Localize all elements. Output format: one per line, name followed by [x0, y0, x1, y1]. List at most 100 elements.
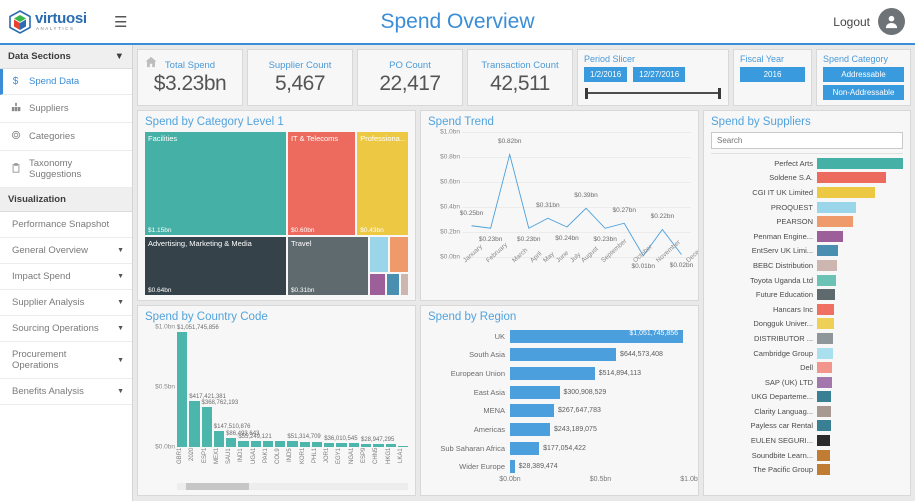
region-bar-row[interactable]: East Asia$300,908,529 — [428, 384, 691, 401]
bar-column[interactable]: $1,051,745,856 — [177, 327, 187, 447]
bar[interactable] — [817, 333, 833, 344]
bar[interactable] — [817, 420, 831, 431]
supplier-bar-row[interactable]: Soldene S.A. — [711, 171, 903, 186]
bar[interactable] — [251, 441, 261, 447]
bar[interactable] — [817, 172, 886, 183]
treemap-tile[interactable]: Travel$0.31bn — [288, 237, 368, 295]
supplier-bar-row[interactable]: Dell — [711, 360, 903, 375]
region-bar-row[interactable]: Americas$243,189,075 — [428, 421, 691, 438]
treemap-tile[interactable] — [390, 237, 408, 272]
kpi-card-total-spend[interactable]: Total Spend $3.23bn — [137, 49, 243, 106]
sidebar-item-general-overview[interactable]: General Overview ▼ — [0, 238, 132, 264]
slider-handle-left[interactable] — [585, 88, 588, 99]
bar[interactable] — [817, 158, 903, 169]
country-horizontal-scrollbar[interactable] — [177, 483, 408, 490]
bar-column[interactable]: $417,421,381 — [189, 327, 199, 447]
app-logo[interactable]: virtuosi ANALYTICS — [0, 10, 108, 34]
bar[interactable] — [817, 187, 875, 198]
bar[interactable] — [817, 391, 831, 402]
supplier-bar-row[interactable]: Soundbite Learn... — [711, 448, 903, 463]
bar[interactable] — [817, 216, 853, 227]
bar[interactable] — [189, 401, 199, 447]
supplier-bar-row[interactable]: Future Education — [711, 287, 903, 302]
bar-column[interactable] — [373, 327, 383, 447]
supplier-bar-row[interactable]: The Pacific Group — [711, 462, 903, 477]
bar[interactable]: $1,051,745,856 — [510, 330, 683, 343]
bar[interactable] — [817, 289, 835, 300]
supplier-bar-row[interactable]: EULEN SEGURI... — [711, 433, 903, 448]
sidebar-item-procurement-operations[interactable]: Procurement Operations ▼ — [0, 342, 132, 379]
supplier-bar-row[interactable]: Cambridge Group — [711, 346, 903, 361]
sidebar-item-sourcing-operations[interactable]: Sourcing Operations ▼ — [0, 316, 132, 342]
bar[interactable] — [238, 441, 248, 447]
fiscal-year-option-2016[interactable]: 2016 — [740, 67, 805, 82]
supplier-search-input[interactable] — [711, 132, 903, 149]
bar[interactable] — [300, 442, 310, 448]
bar-column[interactable] — [349, 327, 359, 447]
bar-column[interactable]: $368,762,193 — [202, 327, 212, 447]
spend-category-slicer[interactable]: Spend Category Addressable Non-Addressab… — [816, 49, 911, 106]
user-avatar-icon[interactable] — [878, 8, 905, 35]
bar-column[interactable] — [251, 327, 261, 447]
home-icon[interactable] — [145, 56, 157, 71]
bar-column[interactable] — [300, 327, 310, 447]
treemap-tile[interactable]: Advertising, Marketing & Media$0.64bn — [145, 237, 286, 295]
sidebar-item-benefits-analysis[interactable]: Benefits Analysis ▼ — [0, 379, 132, 405]
spend-category-option-non-addressable[interactable]: Non-Addressable — [823, 85, 904, 100]
region-bar-row[interactable]: Wider Europe$28,389,474 — [428, 458, 691, 475]
sidebar-item-categories[interactable]: Categories — [0, 123, 132, 151]
sidebar-section-visualization[interactable]: Visualization — [0, 188, 132, 212]
bar[interactable] — [817, 406, 831, 417]
supplier-bar-list[interactable]: Perfect ArtsSoldene S.A.CGI IT UK Limite… — [711, 153, 903, 490]
supplier-bar-row[interactable]: Hancars Inc — [711, 302, 903, 317]
region-bar-row[interactable]: MENA$267,647,783 — [428, 402, 691, 419]
bar[interactable] — [373, 444, 383, 447]
period-slicer[interactable]: Period Slicer 1/2/2016 12/27/2016 — [577, 49, 729, 106]
sidebar-item-suppliers[interactable]: Suppliers — [0, 95, 132, 123]
bar[interactable] — [226, 438, 236, 447]
bar[interactable] — [336, 443, 346, 447]
treemap-tile[interactable] — [370, 237, 388, 272]
bar[interactable] — [817, 435, 830, 446]
region-chart-body[interactable]: UK$1,051,745,856South Asia$644,573,408Eu… — [428, 327, 691, 476]
bar[interactable] — [510, 442, 539, 455]
bar-column[interactable]: $86,493,643 — [226, 327, 236, 447]
bar-column[interactable] — [386, 327, 396, 447]
bar-column[interactable] — [336, 327, 346, 447]
region-bar-row[interactable]: UK$1,051,745,856 — [428, 328, 691, 345]
supplier-bar-row[interactable]: Dongguk Univer... — [711, 317, 903, 332]
sidebar-item-performance-snapshot[interactable]: Performance Snapshot — [0, 212, 132, 238]
bar[interactable] — [510, 423, 550, 436]
bar[interactable] — [510, 348, 616, 361]
bar[interactable] — [177, 332, 187, 447]
bar-column[interactable]: $55,249,121 — [238, 327, 248, 447]
supplier-bar-row[interactable]: BEBC Distribution — [711, 258, 903, 273]
bar[interactable] — [817, 245, 838, 256]
sidebar-item-impact-spend[interactable]: Impact Spend ▼ — [0, 264, 132, 290]
bar-column[interactable]: $36,010,545 — [324, 327, 334, 447]
country-plot-area[interactable]: $1,051,745,856$417,421,381$368,762,193$1… — [177, 327, 408, 447]
bar-column[interactable]: $147,510,876 — [214, 327, 224, 447]
bar-column[interactable]: $51,314,709 — [287, 327, 297, 447]
fiscal-year-slicer[interactable]: Fiscal Year 2016 — [733, 49, 812, 106]
bar[interactable] — [817, 304, 834, 315]
supplier-bar-row[interactable]: UKG Departeme... — [711, 390, 903, 405]
bar[interactable] — [817, 362, 832, 373]
bar[interactable] — [817, 275, 836, 286]
treemap-chart[interactable]: Facilities$1.15bnAdvertising, Marketing … — [145, 132, 408, 295]
region-bar-row[interactable]: Sub Saharan Africa$177,054,422 — [428, 440, 691, 457]
scrollbar-thumb[interactable] — [186, 483, 248, 490]
trend-plot-area[interactable]: $0.25bn$0.23bn$0.82bn$0.23bn$0.31bn$0.24… — [462, 132, 691, 257]
region-bar-row[interactable]: European Union$514,894,113 — [428, 365, 691, 382]
spend-category-option-addressable[interactable]: Addressable — [823, 67, 904, 82]
supplier-bar-row[interactable]: PROQUEST — [711, 200, 903, 215]
slider-handle-right[interactable] — [718, 88, 721, 99]
bar-column[interactable]: $28,947,295 — [361, 327, 371, 447]
period-range-slider[interactable] — [584, 88, 722, 98]
bar[interactable] — [361, 444, 371, 447]
bar[interactable] — [817, 450, 830, 461]
bar[interactable] — [398, 446, 408, 447]
bar[interactable] — [349, 443, 359, 447]
bar[interactable] — [817, 231, 843, 242]
bar[interactable] — [510, 460, 515, 473]
